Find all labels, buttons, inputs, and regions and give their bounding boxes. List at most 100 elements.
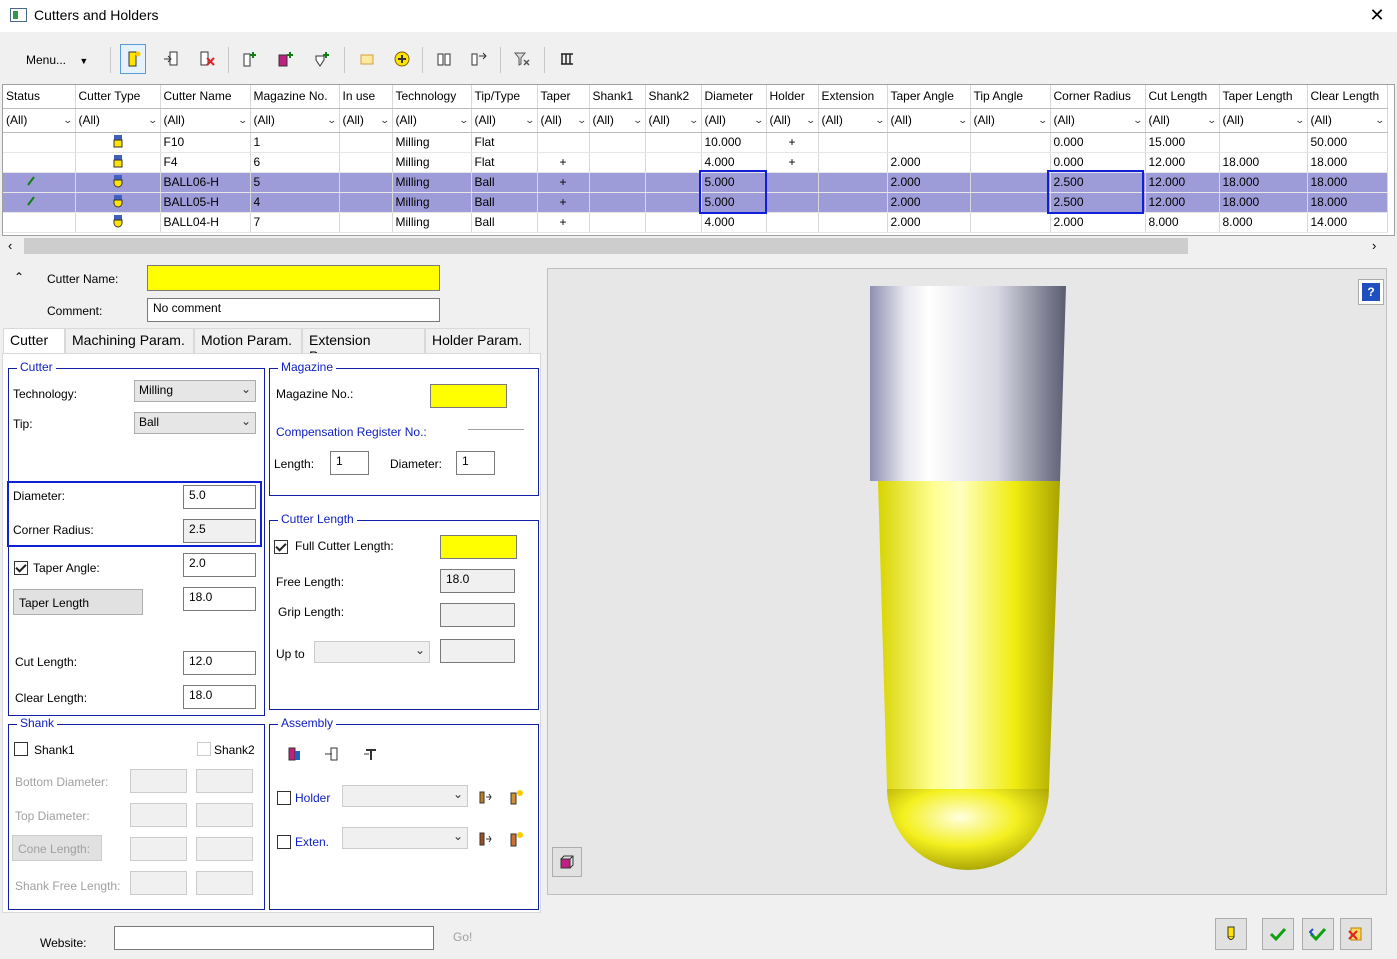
shank-free-length-input-2[interactable] [196,871,253,895]
tab-machining-param[interactable]: Machining Param. [65,328,194,353]
add-circle-icon[interactable] [389,44,415,74]
clear-length-input[interactable]: 18.0 [183,685,256,709]
col-header-tip-angle[interactable]: Tip Angle [970,85,1051,109]
add-extension-icon[interactable] [308,44,334,74]
filter-cell[interactable]: (All) ⌄ [1307,108,1388,133]
clear-filter-icon[interactable] [509,44,535,74]
cancel-button[interactable] [1340,918,1372,950]
scroll-left-icon[interactable]: ‹ [8,238,12,253]
table-row[interactable]: BALL06-H 5 Milling Ball +5.000 2.000 2.500 12.0… [3,172,1388,193]
bottom-diameter-input-1[interactable] [130,769,187,793]
filter-cell[interactable]: (All) ⌄ [471,108,538,133]
filter-cell[interactable]: (All) ⌄ [1219,108,1308,133]
delete-cutter-icon[interactable] [194,44,220,74]
taper-length-input[interactable]: 18.0 [183,587,256,611]
tab-extension-param[interactable]: Extension Param. [302,328,425,364]
filter-cell[interactable]: (All) ⌄ [537,108,590,133]
holder-checkbox[interactable] [277,791,291,805]
diameter-input[interactable]: 5.0 [183,485,256,509]
menu-button[interactable]: Menu... ▼ [26,53,88,67]
shank2-checkbox[interactable] [197,742,211,756]
magazine-no-input[interactable] [430,384,507,408]
col-header-corner-radius[interactable]: Corner Radius [1050,85,1146,109]
full-cutter-length-checkbox[interactable] [274,540,288,554]
extension-select[interactable]: ⌄ [342,827,468,849]
view-cube-button[interactable] [552,847,582,877]
col-header-extension[interactable]: Extension [818,85,888,109]
comp-diameter-input[interactable]: 1 [456,451,495,475]
col-header-shank2[interactable]: Shank2 [645,85,702,109]
filter-cell[interactable]: (All) ⌄ [250,108,340,133]
table-row[interactable]: BALL05-H 4 Milling Ball +5.000 2.000 2.500 12.0… [3,192,1388,213]
cone-length-button[interactable]: Cone Length: [12,835,102,861]
cutter-name-input[interactable] [147,265,440,291]
top-diameter-input-1[interactable] [130,803,187,827]
holder-select[interactable]: ⌄ [342,785,468,807]
filter-cell[interactable]: (All) ⌄ [75,108,161,133]
filter-cell[interactable]: (All) ⌄ [3,108,76,133]
free-length-input[interactable]: 18.0 [440,569,515,593]
col-header-cutter-type[interactable]: Cutter Type [75,85,161,109]
up-to-select[interactable]: ⌄ [314,641,430,663]
shank-free-length-input-1[interactable] [130,871,187,895]
grip-length-input[interactable] [440,603,515,627]
filter-cell[interactable]: (All) ⌄ [589,108,646,133]
cutter-preview[interactable]: ? [547,268,1387,895]
filter-cell[interactable]: (All) ⌄ [645,108,702,133]
col-header-clear-length[interactable]: Clear Length [1307,85,1388,109]
holder-new-icon[interactable] [508,788,524,809]
add-holder-icon[interactable] [272,44,298,74]
tip-select[interactable]: Ball ⌄ [134,412,256,434]
tab-cutter[interactable]: Cutter [3,328,65,355]
extension-checkbox[interactable] [277,835,291,849]
col-header-magazine-no[interactable]: Magazine No. [250,85,340,109]
website-input[interactable] [114,926,434,950]
up-to-input[interactable] [440,639,515,663]
filter-cell[interactable]: (All) ⌄ [392,108,472,133]
assembly-insert-icon[interactable] [323,745,341,766]
new-cutter-icon[interactable] [120,44,146,74]
shank1-checkbox[interactable] [14,742,28,756]
assembly-holder-icon[interactable] [286,745,304,766]
filter-cell[interactable]: (All) ⌄ [1145,108,1220,133]
table-row[interactable]: F10 1 Milling Flat 10.000 +0.000 15.000 50.000 [3,132,1388,153]
holder-add-icon[interactable] [477,788,493,809]
filter-cell[interactable]: (All) ⌄ [887,108,971,133]
filter-cell[interactable]: (All) ⌄ [818,108,888,133]
col-header-holder[interactable]: Holder [766,85,819,109]
apply-button[interactable] [1302,918,1334,950]
cone-length-input-1[interactable] [130,837,187,861]
filter-cell[interactable]: (All) ⌄ [701,108,767,133]
filter-cell[interactable]: (All) ⌄ [339,108,393,133]
taper-length-button[interactable]: Taper Length [13,589,143,615]
col-header-taper-length[interactable]: Taper Length [1219,85,1308,109]
filter-cell[interactable]: (All) ⌄ [970,108,1051,133]
comp-length-input[interactable]: 1 [330,451,369,475]
cutter-preview-button[interactable] [1215,918,1247,950]
col-header-shank1[interactable]: Shank1 [589,85,646,109]
table-row[interactable]: BALL04-H 7 Milling Ball +4.000 2.000 2.000 8.00… [3,212,1388,233]
copy-cutter-icon[interactable] [431,44,457,74]
help-button[interactable]: ? [1358,279,1384,305]
col-header-technology[interactable]: Technology [392,85,472,109]
extension-new-icon[interactable] [508,830,524,851]
bottom-diameter-input-2[interactable] [196,769,253,793]
technology-select[interactable]: Milling ⌄ [134,380,256,402]
taper-angle-input[interactable]: 2.0 [183,553,256,577]
cone-length-input-2[interactable] [196,837,253,861]
extension-add-icon[interactable] [477,830,493,851]
scrollbar-thumb[interactable] [24,238,1188,254]
swap-cutter-icon[interactable] [466,44,492,74]
cutter-grid[interactable]: Status Cutter Type Cutter Name Magazine … [2,84,1395,236]
import-cutter-icon[interactable] [158,44,184,74]
add-shank-icon[interactable] [236,44,262,74]
col-header-cut-length[interactable]: Cut Length [1145,85,1220,109]
col-header-taper-angle[interactable]: Taper Angle [887,85,971,109]
go-link[interactable]: Go! [453,930,472,944]
top-diameter-input-2[interactable] [196,803,253,827]
tool-table-icon[interactable] [354,44,380,74]
corner-radius-input[interactable]: 2.5 [183,519,256,543]
ok-button[interactable] [1262,918,1294,950]
tab-motion-param[interactable]: Motion Param. [194,328,302,353]
col-header-cutter-name[interactable]: Cutter Name [160,85,251,109]
